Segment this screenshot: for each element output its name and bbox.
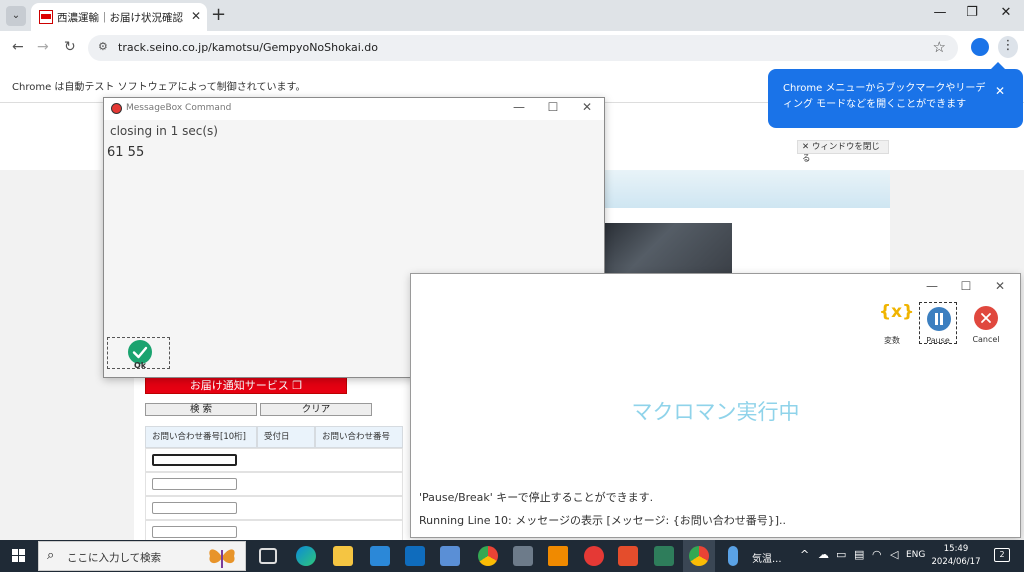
thermometer-icon <box>728 546 738 566</box>
browser-toolbar: ← → ↻ ⚙ track.seino.co.jp/kamotsu/Gempyo… <box>0 31 1024 65</box>
macro-running-text: マクロマン実行中 <box>631 400 800 424</box>
banner-photo <box>604 223 732 277</box>
cancel-label: Cancel <box>972 335 1000 344</box>
restore-button[interactable]: ❐ <box>962 5 982 20</box>
variables-button[interactable]: {x} 変数 <box>873 302 915 345</box>
page-banner <box>604 170 890 208</box>
weather-text[interactable]: 気温... <box>752 550 782 565</box>
msgbox-minimize-button[interactable]: — <box>510 100 528 114</box>
macroman-taskbar-icon[interactable] <box>584 546 604 566</box>
close-page-window-button[interactable]: ✕ ウィンドウを閉じる <box>797 140 889 164</box>
pause-hint-text: 'Pause/Break' キーで停止することができます. <box>419 491 654 504</box>
tray-overflow-icon[interactable]: ^ <box>800 548 809 561</box>
message-box-titlebar: MessageBox Command — ☐ ✕ <box>104 98 604 120</box>
search-button[interactable]: 検 索 <box>145 403 257 416</box>
chrome-active-icon[interactable] <box>689 546 709 566</box>
message-text: 61 55 <box>107 145 145 160</box>
address-bar[interactable]: ⚙ track.seino.co.jp/kamotsu/GempyoNoShok… <box>88 35 958 61</box>
tip-text: Chrome メニューからブックマークやリーディング モードなどを開くことができ… <box>783 83 986 110</box>
taskbar-search-box[interactable]: ⌕ ここに入力して検索 <box>38 541 246 571</box>
delivery-notification-button[interactable]: お届け通知サービス ❐ <box>145 376 347 394</box>
paint-app-icon[interactable] <box>440 546 460 566</box>
chrome-taskbar-icon[interactable] <box>478 546 498 566</box>
wps-office-icon[interactable] <box>618 546 638 566</box>
microsoft-store-icon[interactable] <box>370 546 390 566</box>
variables-label: 変数 <box>884 336 900 345</box>
search-highlight-butterfly-icon <box>209 549 235 568</box>
tab-close-icon[interactable]: ✕ <box>191 9 201 23</box>
cancel-x-icon <box>974 306 998 330</box>
pause-button[interactable]: Pause <box>919 302 957 345</box>
column-header-received: 受付日 <box>257 426 315 448</box>
macroman-app-icon <box>111 103 122 114</box>
file-explorer-icon[interactable] <box>333 546 353 566</box>
tab-title: 西濃運輸｜お届け状況確認 <box>57 12 183 24</box>
macro-close-button[interactable]: ✕ <box>991 279 1009 293</box>
system-clock[interactable]: 15:49 2024/06/17 <box>928 543 984 569</box>
inquiry-number-input[interactable] <box>152 454 237 466</box>
infobar-text: Chrome は自動テスト ソフトウェアによって制御されています。 <box>12 82 306 93</box>
speaker-muted-icon[interactable]: ◁ <box>890 548 898 561</box>
calculator-icon[interactable] <box>513 546 533 566</box>
chrome-menu-icon[interactable]: ⋮ <box>998 36 1018 58</box>
profile-avatar-icon[interactable] <box>971 38 989 56</box>
cancel-button[interactable]: Cancel <box>967 302 1005 344</box>
chrome-menu-tip: Chrome メニューからブックマークやリーディング モードなどを開くことができ… <box>768 62 1023 128</box>
tab-strip: ⌄ 西濃運輸｜お届け状況確認 ✕ + — ❐ ✕ <box>0 0 1024 31</box>
reload-icon[interactable]: ↻ <box>64 39 76 55</box>
screen-app-icon[interactable] <box>654 546 674 566</box>
message-box-title: MessageBox Command <box>126 103 232 113</box>
ok-label: Ok <box>134 361 147 370</box>
clock-date: 2024/06/17 <box>931 557 981 567</box>
pause-icon <box>927 307 951 331</box>
back-arrow-icon[interactable]: ← <box>12 39 24 55</box>
pause-label: Pause <box>926 336 950 345</box>
msgbox-close-button[interactable]: ✕ <box>578 100 596 114</box>
windows-taskbar: ⌕ ここに入力して検索 気温... ^ ☁ ▭ ▤ ◠ ◁ ENG 15:49 … <box>0 540 1024 572</box>
edge-browser-icon[interactable] <box>296 546 316 566</box>
search-icon: ⌕ <box>47 548 55 563</box>
close-window-button[interactable]: ✕ <box>996 5 1016 20</box>
wifi-icon[interactable]: ◠ <box>872 548 882 561</box>
inquiry-number-input[interactable] <box>152 478 237 490</box>
onedrive-icon[interactable]: ☁ <box>818 548 829 561</box>
msgbox-maximize-button[interactable]: ☐ <box>544 100 562 114</box>
new-tab-button[interactable]: + <box>211 4 226 25</box>
column-header-inquiry-10: お問い合わせ番号[10桁] <box>145 426 257 448</box>
column-header-inquiry: お問い合わせ番号 <box>315 426 403 448</box>
clock-time: 15:49 <box>943 544 969 554</box>
tab-search-chevron-icon[interactable]: ⌄ <box>6 6 26 26</box>
vlc-icon[interactable] <box>548 546 568 566</box>
variable-braces-icon: {x} <box>879 302 915 322</box>
site-info-icon[interactable]: ⚙ <box>98 40 108 53</box>
mail-icon[interactable] <box>405 546 425 566</box>
tab-seino-tracking[interactable]: 西濃運輸｜お届け状況確認 ✕ <box>31 3 207 31</box>
minimize-button[interactable]: — <box>930 5 950 20</box>
ok-button[interactable]: Ok <box>107 337 170 370</box>
clear-button[interactable]: クリア <box>260 403 372 416</box>
notification-center-icon[interactable]: 2 <box>994 548 1010 562</box>
tip-close-icon[interactable]: ✕ <box>995 83 1005 99</box>
seino-favicon-icon <box>39 10 53 24</box>
inquiry-number-input[interactable] <box>152 502 237 514</box>
inquiry-number-input[interactable] <box>152 526 237 538</box>
windows-start-icon[interactable] <box>12 549 26 563</box>
macroman-running-window: — ☐ ✕ {x} 変数 Pause Cancel マクロマン実行中 'Paus… <box>410 273 1021 538</box>
macro-maximize-button[interactable]: ☐ <box>957 279 975 293</box>
url-text[interactable]: track.seino.co.jp/kamotsu/GempyoNoShokai… <box>118 41 378 54</box>
input-language[interactable]: ENG <box>906 550 925 560</box>
macro-minimize-button[interactable]: — <box>923 279 941 293</box>
network-icon[interactable]: ▤ <box>854 548 864 561</box>
taskbar-search-placeholder: ここに入力して検索 <box>67 552 162 564</box>
forward-arrow-icon[interactable]: → <box>37 39 49 55</box>
running-line-text: Running Line 10: メッセージの表示 [メッセージ: {お問い合わ… <box>419 514 787 527</box>
task-view-icon[interactable] <box>259 548 277 564</box>
meet-now-icon[interactable]: ▭ <box>836 548 846 561</box>
bookmark-star-icon[interactable]: ☆ <box>933 38 946 56</box>
countdown-text: closing in 1 sec(s) <box>110 124 218 138</box>
